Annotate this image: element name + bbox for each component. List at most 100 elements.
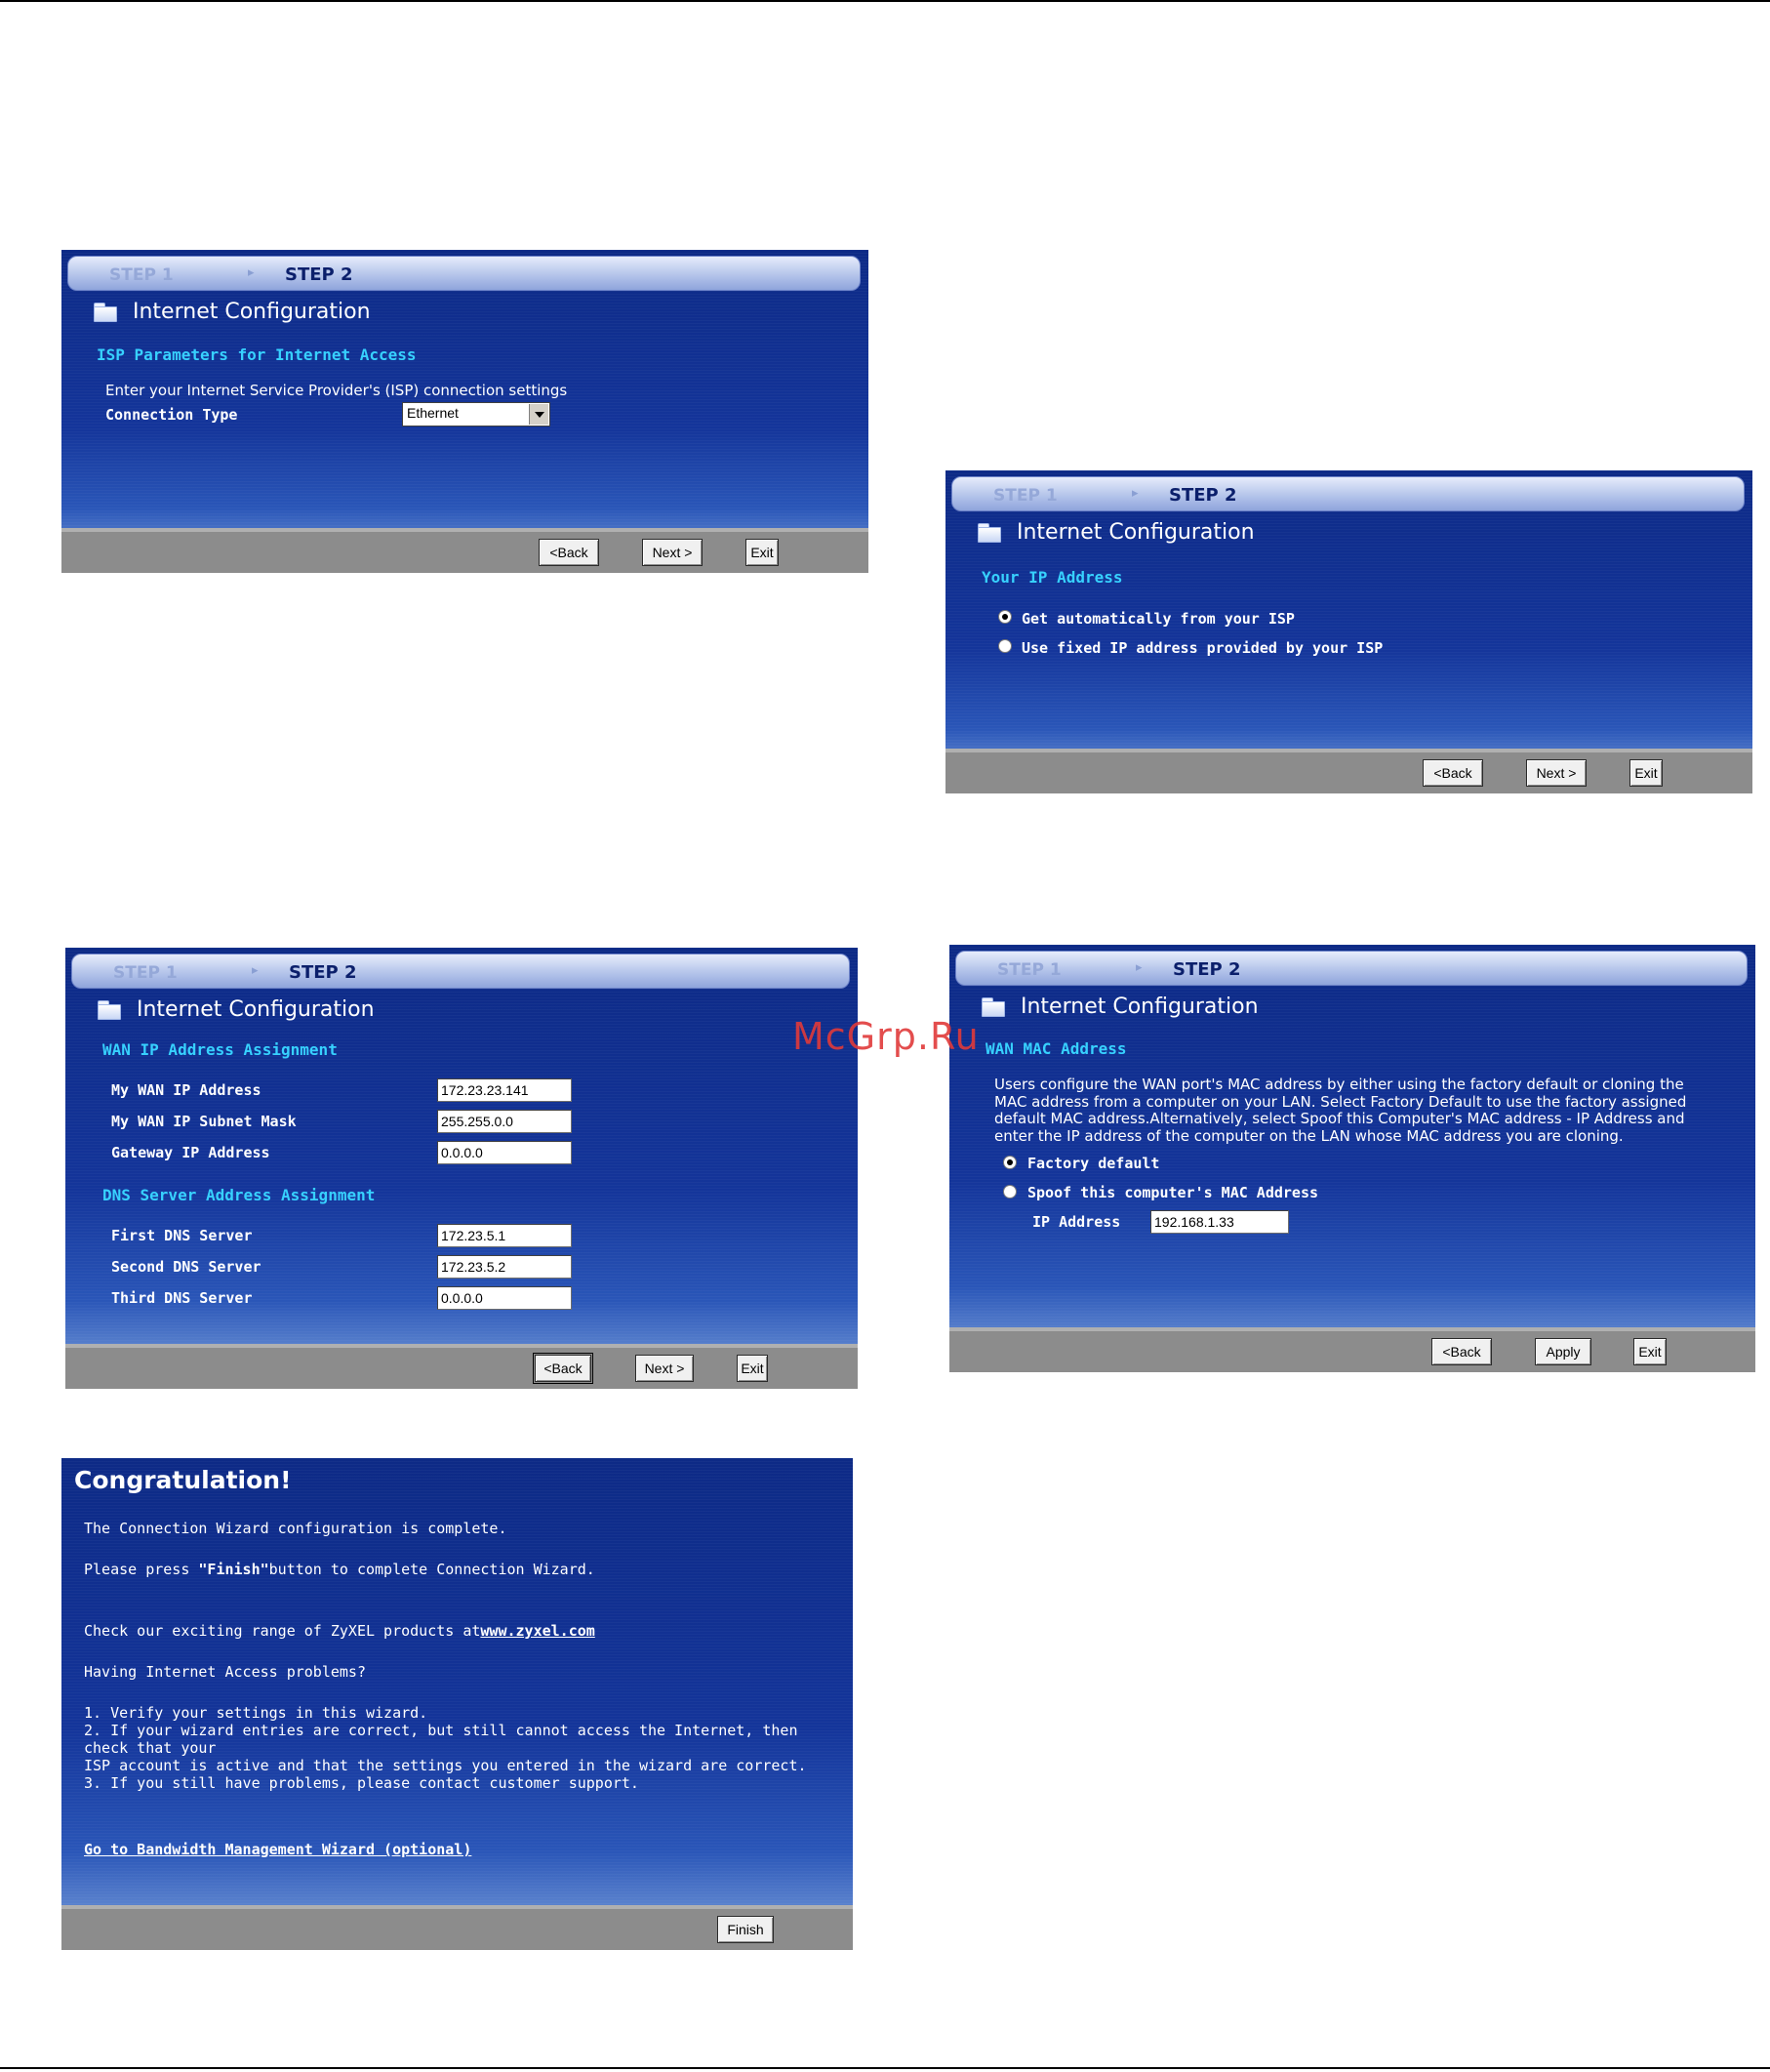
panel-title-text: Internet Configuration	[1021, 994, 1259, 1019]
panel-title: Internet Configuration	[98, 995, 375, 1024]
troubleshooting-list: 1. Verify your settings in this wizard. …	[84, 1704, 845, 1792]
chevron-down-icon[interactable]	[529, 404, 548, 425]
panel-title: Internet Configuration	[978, 517, 1255, 547]
next-button[interactable]: Next >	[642, 539, 703, 566]
step-bar: STEP 1 ▸ STEP 2	[951, 476, 1745, 511]
connection-type-label: Connection Type	[105, 406, 238, 424]
zyxel-link[interactable]: www.zyxel.com	[480, 1622, 594, 1640]
step-bar: STEP 1 ▸ STEP 2	[71, 954, 850, 989]
folder-icon	[982, 996, 1005, 1017]
wizard-footer: Finish	[61, 1905, 853, 1950]
isp-intro-text: Enter your Internet Service Provider's (…	[105, 382, 568, 399]
mac-section-heading: WAN MAC Address	[986, 1039, 1127, 1058]
exit-button[interactable]: Exit	[745, 539, 779, 566]
gateway-ip-label: Gateway IP Address	[111, 1144, 270, 1161]
option-get-automatically-label[interactable]: Get automatically from your ISP	[1022, 610, 1295, 628]
second-dns-input[interactable]	[437, 1255, 572, 1279]
bottom-rule	[0, 2067, 1770, 2069]
congrats-line-finish: Please press "Finish"button to complete …	[84, 1561, 595, 1578]
wizard-footer: <Back Next > Exit	[61, 528, 868, 573]
back-button[interactable]: <Back	[1423, 759, 1483, 787]
step-2-label: STEP 2	[289, 962, 357, 983]
bandwidth-wizard-link[interactable]: Go to Bandwidth Management Wizard (optio…	[84, 1841, 471, 1858]
watermark: McGrp.Ru	[792, 1015, 980, 1058]
option-factory-default-label[interactable]: Factory default	[1027, 1155, 1159, 1172]
top-rule	[0, 0, 1770, 2]
step-1-label[interactable]: STEP 1	[993, 486, 1058, 506]
wan-subnet-mask-label: My WAN IP Subnet Mask	[111, 1113, 297, 1130]
panel-title: Internet Configuration	[94, 297, 371, 326]
folder-icon	[94, 302, 117, 322]
isp-parameters-panel: STEP 1 ▸ STEP 2 Internet Configuration I…	[61, 250, 868, 573]
step-2-label: STEP 2	[285, 264, 353, 285]
list-item: 1. Verify your settings in this wizard.	[84, 1704, 428, 1722]
ip-section-heading: Your IP Address	[982, 568, 1123, 587]
radio-factory-default[interactable]	[1003, 1156, 1017, 1169]
next-button[interactable]: Next >	[1526, 759, 1587, 787]
finish-instruction-pre: Please press	[84, 1561, 199, 1578]
exit-button[interactable]: Exit	[1633, 1338, 1667, 1365]
wan-subnet-mask-input[interactable]	[437, 1110, 572, 1133]
panel-title-text: Internet Configuration	[1017, 519, 1255, 545]
next-button[interactable]: Next >	[635, 1355, 694, 1382]
first-dns-input[interactable]	[437, 1224, 572, 1247]
back-button[interactable]: <Back	[539, 539, 599, 566]
wan-mac-panel: STEP 1 ▸ STEP 2 Internet Configuration W…	[949, 945, 1755, 1372]
panel-title-text: Internet Configuration	[137, 996, 375, 1022]
third-dns-label: Third DNS Server	[111, 1289, 253, 1307]
radio-use-fixed-ip[interactable]	[998, 639, 1012, 653]
products-text: Check our exciting range of ZyXEL produc…	[84, 1622, 481, 1640]
step-1-label[interactable]: STEP 1	[997, 960, 1062, 980]
wan-ip-input[interactable]	[437, 1078, 572, 1102]
step-arrow-icon: ▸	[252, 963, 259, 978]
step-arrow-icon: ▸	[1136, 960, 1143, 975]
mac-desc-line: default MAC address.Alternatively, selec…	[994, 1110, 1685, 1127]
step-bar: STEP 1 ▸ STEP 2	[67, 256, 861, 291]
connection-type-select[interactable]: Ethernet	[402, 402, 550, 427]
first-dns-label: First DNS Server	[111, 1227, 253, 1244]
spoof-ip-address-label: IP Address	[1032, 1213, 1121, 1231]
step-2-label: STEP 2	[1173, 959, 1241, 980]
wan-ip-panel: STEP 1 ▸ STEP 2 Internet Configuration W…	[65, 948, 858, 1389]
exit-button[interactable]: Exit	[1629, 759, 1663, 787]
step-1-label[interactable]: STEP 1	[113, 963, 178, 983]
third-dns-input[interactable]	[437, 1286, 572, 1310]
exit-button[interactable]: Exit	[737, 1355, 768, 1382]
wan-section-heading: WAN IP Address Assignment	[102, 1040, 338, 1059]
back-button[interactable]: <Back	[1431, 1338, 1492, 1365]
second-dns-label: Second DNS Server	[111, 1258, 261, 1276]
radio-spoof-mac[interactable]	[1003, 1185, 1017, 1199]
mac-desc-line: enter the IP address of the computer on …	[994, 1126, 1624, 1145]
finish-instruction-post: button to complete Connection Wizard.	[268, 1561, 595, 1578]
wizard-footer: <Back Apply Exit	[949, 1327, 1755, 1372]
wan-ip-label: My WAN IP Address	[111, 1081, 261, 1099]
mac-desc-line: MAC address from a computer on your LAN.…	[994, 1092, 1687, 1111]
wizard-footer: <Back Next > Exit	[945, 749, 1752, 793]
dns-section-heading: DNS Server Address Assignment	[102, 1186, 376, 1204]
back-button[interactable]: <Back	[533, 1353, 593, 1384]
radio-get-automatically[interactable]	[998, 610, 1012, 624]
isp-section-heading: ISP Parameters for Internet Access	[97, 345, 417, 364]
congratulation-title: Congratulation!	[74, 1466, 292, 1494]
step-bar: STEP 1 ▸ STEP 2	[955, 951, 1748, 986]
wizard-footer: <Back Next > Exit	[65, 1344, 858, 1389]
apply-button[interactable]: Apply	[1535, 1338, 1591, 1365]
connection-type-value: Ethernet	[407, 405, 459, 421]
finish-button[interactable]: Finish	[717, 1916, 774, 1943]
ip-address-panel: STEP 1 ▸ STEP 2 Internet Configuration Y…	[945, 470, 1752, 793]
congrats-line-problems: Having Internet Access problems?	[84, 1663, 366, 1681]
congrats-line-complete: The Connection Wizard configuration is c…	[84, 1520, 507, 1537]
list-item: ISP account is active and that the setti…	[84, 1757, 807, 1774]
panel-title: Internet Configuration	[982, 992, 1259, 1021]
option-spoof-mac-label[interactable]: Spoof this computer's MAC Address	[1027, 1184, 1318, 1201]
spoof-ip-address-input[interactable]	[1150, 1210, 1289, 1234]
folder-icon	[978, 522, 1001, 543]
congratulation-panel: Congratulation! The Connection Wizard co…	[61, 1458, 853, 1950]
option-use-fixed-ip-label[interactable]: Use fixed IP address provided by your IS…	[1022, 639, 1383, 657]
step-arrow-icon: ▸	[248, 265, 255, 280]
gateway-ip-input[interactable]	[437, 1141, 572, 1164]
finish-instruction-bold: "Finish"	[198, 1561, 269, 1578]
congrats-line-products: Check our exciting range of ZyXEL produc…	[84, 1622, 595, 1640]
step-1-label[interactable]: STEP 1	[109, 265, 174, 285]
step-2-label: STEP 2	[1169, 485, 1237, 506]
